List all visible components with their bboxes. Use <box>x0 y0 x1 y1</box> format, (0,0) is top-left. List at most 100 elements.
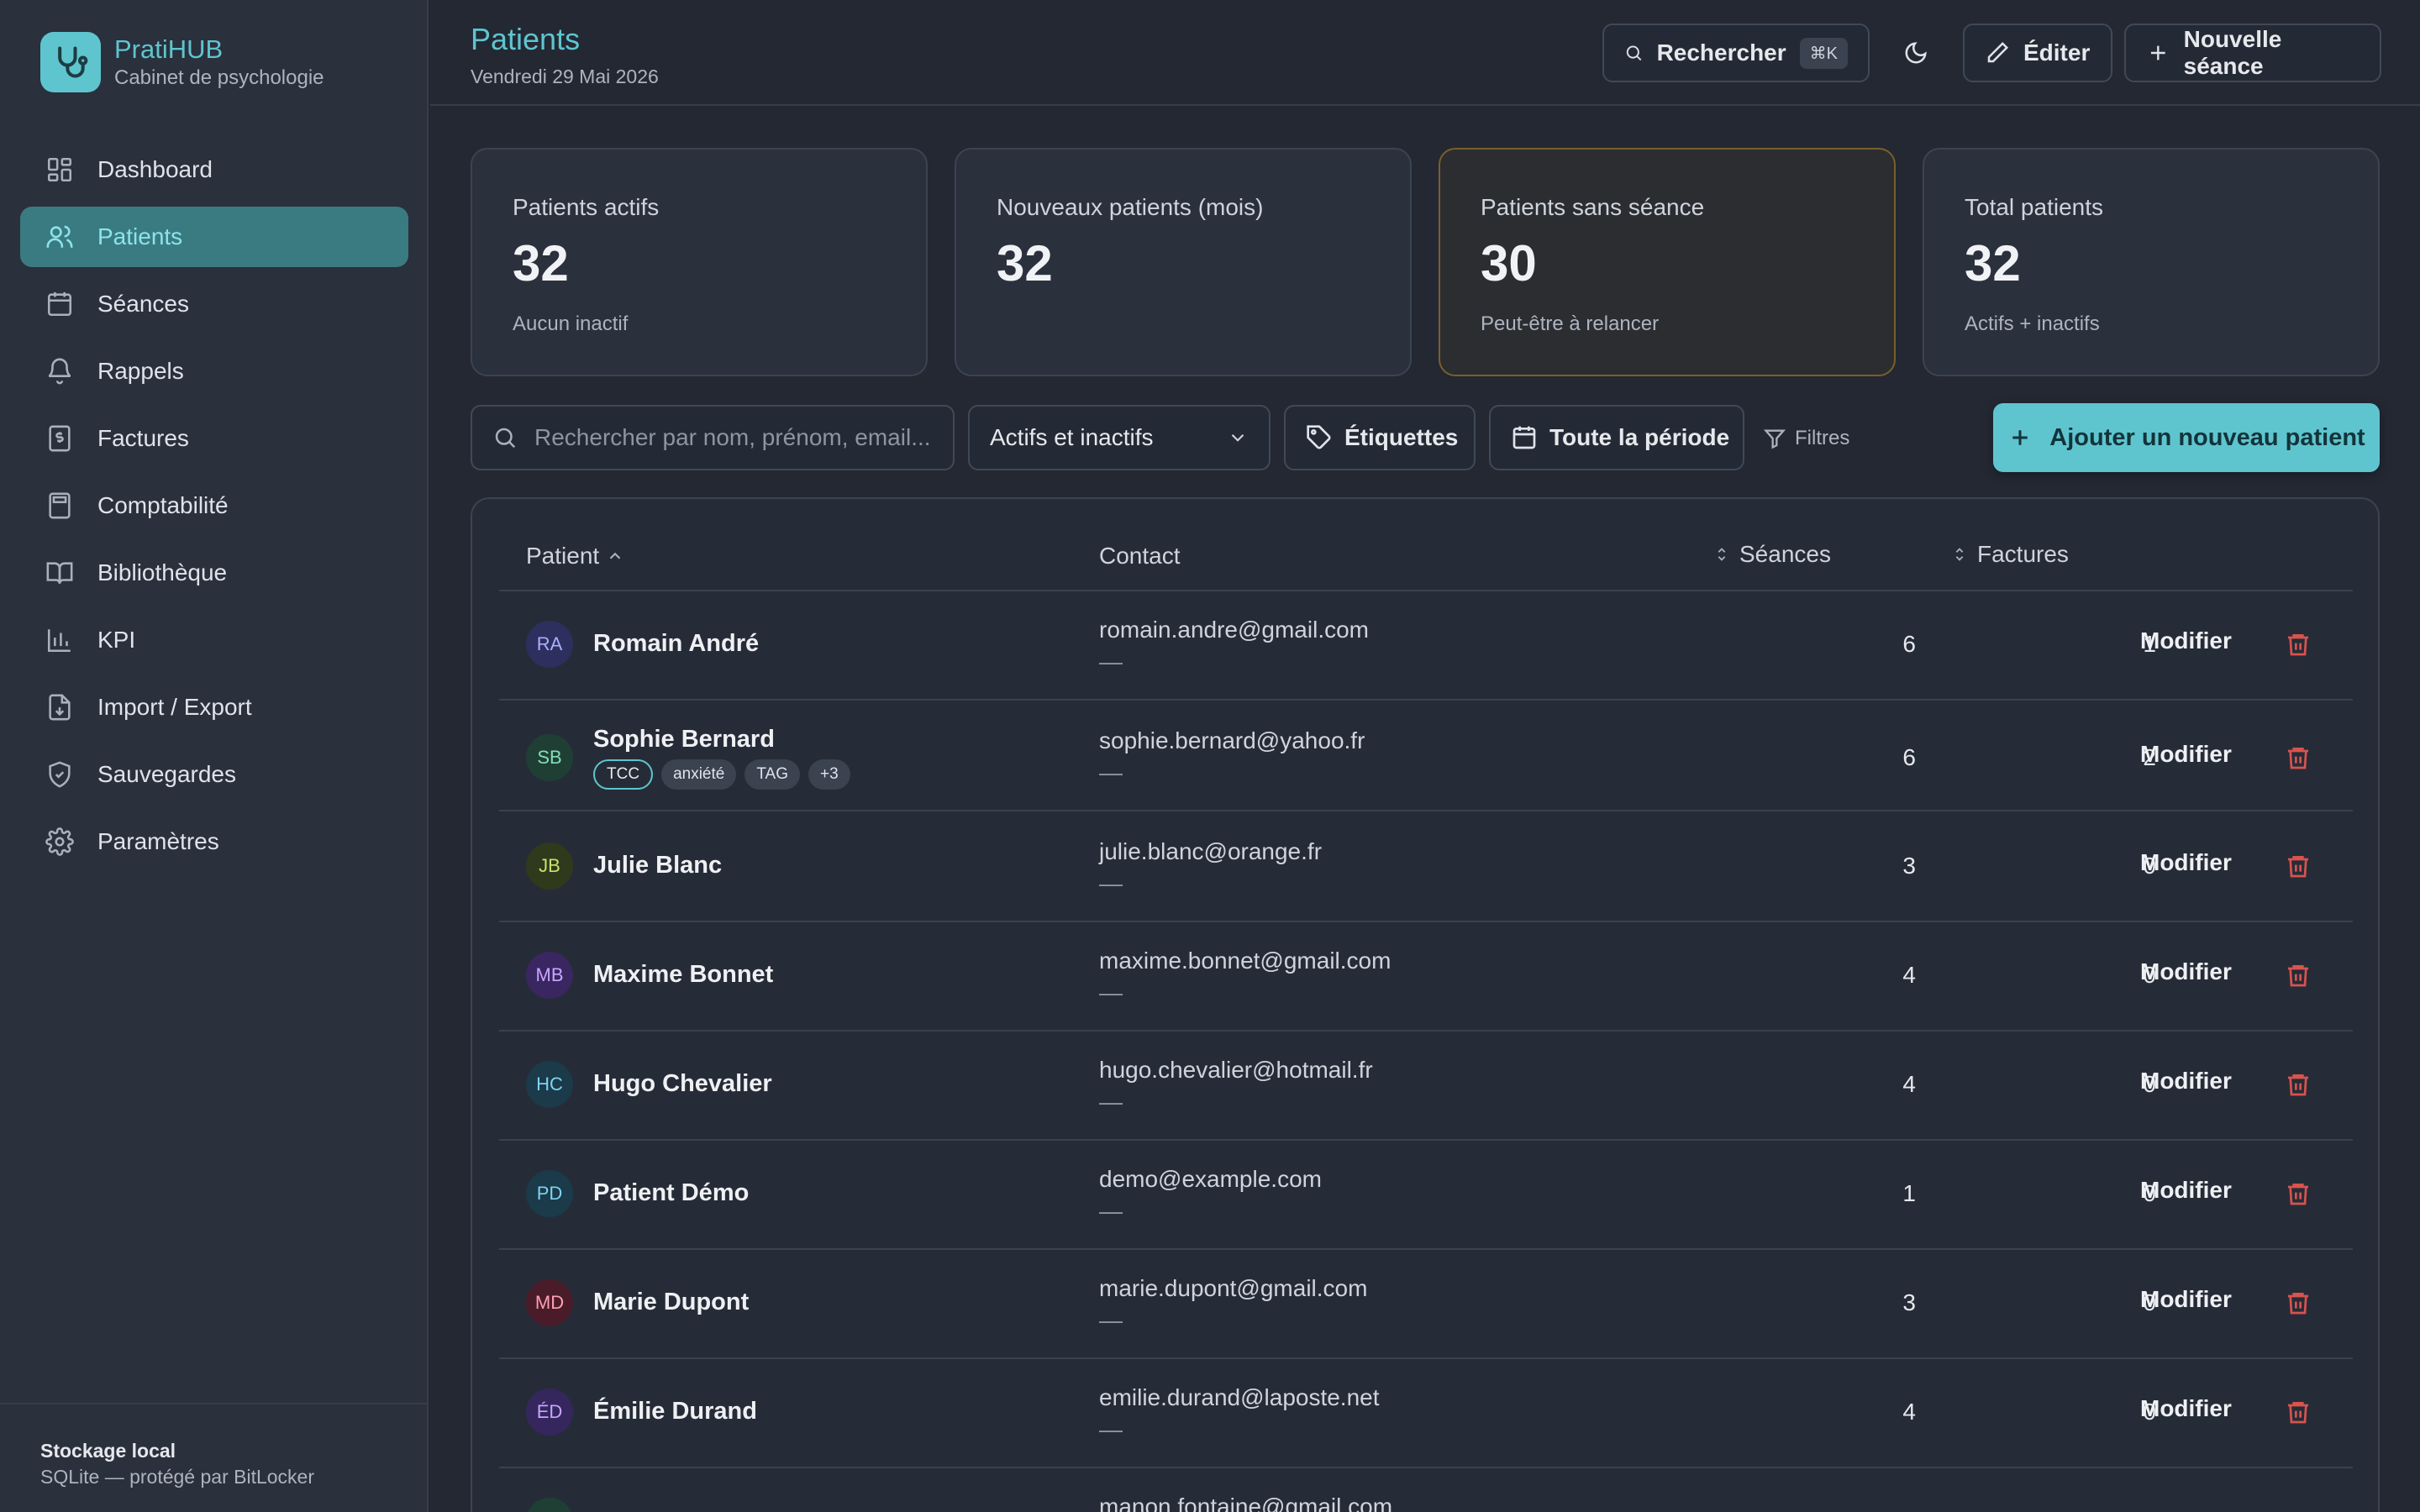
edit-patient-button[interactable]: Modifier <box>2140 627 2232 654</box>
global-search-button[interactable]: Rechercher ⌘K <box>1602 24 1870 82</box>
calendar-icon <box>47 291 72 317</box>
table-row[interactable]: manon.fontaine@gmail.com <box>499 1468 2353 1512</box>
patient-email[interactable]: manon.fontaine@gmail.com <box>1099 1494 1392 1512</box>
tag-badge[interactable]: anxiété <box>661 759 737 790</box>
avatar: RA <box>526 621 573 668</box>
avatar-initials: ÉD <box>536 1401 563 1422</box>
theme-toggle-button[interactable] <box>1886 24 1945 82</box>
table-row[interactable]: MD Marie Dupont marie.dupont@gmail.com —3 0 M… <box>499 1250 2353 1359</box>
file-import-icon <box>49 694 71 721</box>
avatar: HC <box>526 1061 573 1108</box>
patient-name[interactable]: Émilie Durand <box>593 1398 757 1425</box>
sidebar-item-parametres[interactable]: Paramètres <box>20 811 408 872</box>
stat-label: Nouveaux patients (mois) <box>997 194 1264 220</box>
column-label: Contact <box>1099 543 1181 569</box>
sidebar-item-patients[interactable]: Patients <box>20 207 408 267</box>
patient-email[interactable]: sophie.bernard@yahoo.fr <box>1099 727 1365 754</box>
status-select[interactable]: Actifs et inactifs <box>968 405 1270 470</box>
patient-phone: — <box>1099 759 1123 785</box>
table-row[interactable]: RA Romain André romain.andre@gmail.com —6 1 M… <box>499 591 2353 701</box>
patient-phone: — <box>1099 1198 1123 1224</box>
tags-filter-button[interactable]: Étiquettes <box>1284 405 1476 470</box>
edit-patient-button[interactable]: Modifier <box>2140 1177 2232 1204</box>
sidebar-item-label: Patients <box>97 223 183 249</box>
column-header-contact[interactable]: Contact <box>1099 543 1181 570</box>
avatar-initials: HC <box>536 1074 563 1095</box>
stat-value: 32 <box>997 235 1053 291</box>
search-input-placeholder[interactable]: Rechercher par nom, prénom, email... <box>534 424 931 451</box>
trash-icon[interactable] <box>2285 1399 2312 1425</box>
patient-email[interactable]: demo@example.com <box>1099 1166 1322 1193</box>
column-header-seances[interactable]: Séances <box>1712 541 1831 568</box>
trash-icon[interactable] <box>2285 744 2312 771</box>
patient-name[interactable]: Hugo Chevalier <box>593 1070 772 1098</box>
table-row[interactable]: SB Sophie Bernard TCC anxiété TAG +3 sophie.be… <box>499 702 2353 811</box>
avatar: JB <box>526 843 573 890</box>
table-row[interactable]: MB Maxime Bonnet maxime.bonnet@gmail.com — 4… <box>499 922 2353 1032</box>
trash-icon[interactable] <box>2285 1071 2312 1098</box>
add-patient-button[interactable]: Ajouter un nouveau patient <box>1993 403 2380 472</box>
patient-email[interactable]: marie.dupont@gmail.com <box>1099 1275 1367 1302</box>
sidebar-item-factures[interactable]: Factures <box>20 408 408 469</box>
patient-email[interactable]: emilie.durand@laposte.net <box>1099 1384 1380 1411</box>
tag-badge[interactable]: TAG <box>744 759 800 790</box>
sidebar-item-sauvegardes[interactable]: Sauvegardes <box>20 744 408 805</box>
avatar-initials: PD <box>536 1183 563 1204</box>
table-row[interactable]: PD Patient Démo demo@example.com —1 0 Modifie… <box>499 1141 2353 1250</box>
sidebar-item-label: Sauvegardes <box>97 761 237 787</box>
column-label: Patient <box>526 543 600 569</box>
table-row[interactable]: HC Hugo Chevalier hugo.chevalier@hotmail.f… <box>499 1032 2353 1141</box>
trash-icon[interactable] <box>2285 962 2312 989</box>
patient-name[interactable]: Romain André <box>593 630 759 658</box>
sessions-count: 6 <box>1902 631 1916 657</box>
trash-icon[interactable] <box>2285 1180 2312 1207</box>
trash-icon[interactable] <box>2285 631 2312 658</box>
table-row[interactable]: JB Julie Blanc julie.blanc@orange.fr —3 0 Mod… <box>499 813 2353 922</box>
sessions-count: 1 <box>1902 1180 1916 1206</box>
patient-email[interactable]: hugo.chevalier@hotmail.fr <box>1099 1057 1373 1084</box>
trash-icon[interactable] <box>2285 853 2312 879</box>
sidebar-item-comptabilite[interactable]: Comptabilité <box>20 475 408 536</box>
patient-name[interactable]: Maxime Bonnet <box>593 961 773 989</box>
patient-name[interactable]: Sophie Bernard <box>593 726 775 753</box>
patient-email[interactable]: maxime.bonnet@gmail.com <box>1099 948 1391 974</box>
chevron-down-icon <box>1231 433 1244 442</box>
brand-subtitle: Cabinet de psychologie <box>114 66 324 89</box>
patient-name[interactable]: Julie Blanc <box>593 852 722 879</box>
edit-patient-button[interactable]: Modifier <box>2140 741 2232 768</box>
patient-name[interactable]: Marie Dupont <box>593 1289 749 1316</box>
patient-phone: — <box>1099 1089 1123 1115</box>
sessions-count: 3 <box>1902 853 1916 879</box>
period-filter-button[interactable]: Toute la période <box>1489 405 1744 470</box>
edit-patient-button[interactable]: Modifier <box>2140 1395 2232 1422</box>
patient-email[interactable]: romain.andre@gmail.com <box>1099 617 1369 643</box>
edit-patient-button[interactable]: Modifier <box>2140 1068 2232 1095</box>
sidebar-item-kpi[interactable]: KPI <box>20 610 408 670</box>
edit-button[interactable]: Éditer <box>1963 24 2112 82</box>
edit-patient-button[interactable]: Modifier <box>2140 849 2232 876</box>
sidebar-item-rappels[interactable]: Rappels <box>20 341 408 402</box>
avatar <box>526 1498 573 1512</box>
stat-sub: Aucun inactif <box>513 312 629 335</box>
trash-icon[interactable] <box>2285 1289 2312 1316</box>
sidebar-item-import-export[interactable]: Import / Export <box>20 677 408 738</box>
edit-patient-button[interactable]: Modifier <box>2140 1286 2232 1313</box>
patient-name[interactable]: Patient Démo <box>593 1179 749 1207</box>
sidebar-item-seances[interactable]: Séances <box>20 274 408 334</box>
edit-patient-button[interactable]: Modifier <box>2140 958 2232 985</box>
tag-badge[interactable]: TCC <box>593 759 654 790</box>
filters-button[interactable]: Filtres <box>1763 420 1849 457</box>
bar-chart-icon <box>47 629 71 653</box>
brand[interactable]: PratiHUB Cabinet de psychologie <box>40 32 324 92</box>
patient-search-field[interactable]: Rechercher par nom, prénom, email... <box>471 405 955 470</box>
patient-email[interactable]: julie.blanc@orange.fr <box>1099 838 1322 865</box>
stat-label: Total patients <box>1965 194 2103 220</box>
sidebar-item-bibliotheque[interactable]: Bibliothèque <box>20 543 408 603</box>
sort-ascending-icon <box>609 552 621 559</box>
tag-badge[interactable]: +3 <box>808 759 850 790</box>
column-header-factures[interactable]: Factures <box>1950 541 2069 568</box>
new-session-button[interactable]: Nouvelle séance <box>2124 24 2381 82</box>
sidebar-item-dashboard[interactable]: Dashboard <box>20 139 408 200</box>
table-row[interactable]: ÉD Émilie Durand emilie.durand@laposte.net… <box>499 1359 2353 1468</box>
column-header-patient[interactable]: Patient <box>526 543 624 570</box>
